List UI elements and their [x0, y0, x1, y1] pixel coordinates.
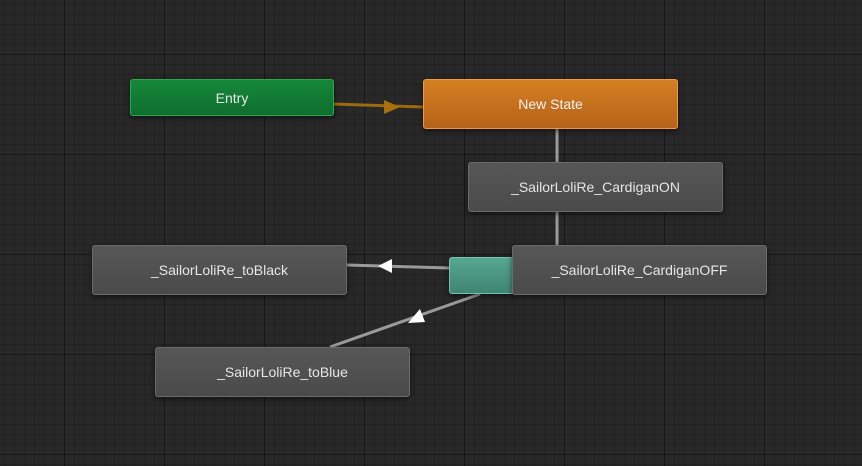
state-node-cardigan-off-label: _SailorLoliRe_CardiganOFF	[551, 262, 728, 278]
default-transition-arrow	[384, 100, 400, 114]
transition-layer	[329, 100, 559, 349]
default-transition-line[interactable]	[332, 102, 425, 109]
state-node-cardigan-on[interactable]: _SailorLoliRe_CardiganON	[468, 162, 723, 212]
state-node-to-black-label: _SailorLoliRe_toBlack	[151, 262, 288, 278]
transition-arrow-to-black	[378, 259, 392, 273]
new-state-node-label: New State	[518, 96, 583, 112]
state-node-cardigan-off[interactable]: _SailorLoliRe_CardiganOFF	[512, 245, 767, 295]
state-node-cardigan-on-label: _SailorLoliRe_CardiganON	[511, 179, 680, 195]
entry-node[interactable]: Entry	[130, 79, 334, 116]
animator-graph-canvas[interactable]: Entry New State _SailorLoliRe_CardiganON…	[0, 0, 862, 466]
state-node-to-blue[interactable]: _SailorLoliRe_toBlue	[155, 347, 410, 397]
transition-line-to-black[interactable]	[346, 263, 450, 270]
transition-line-to-blue[interactable]	[329, 292, 481, 349]
state-node-to-black[interactable]: _SailorLoliRe_toBlack	[92, 245, 347, 295]
entry-node-label: Entry	[215, 89, 249, 106]
transition-arrow-to-blue	[408, 309, 425, 323]
sub-state-machine-node[interactable]	[449, 257, 515, 294]
new-state-node[interactable]: New State	[423, 79, 678, 129]
state-node-to-blue-label: _SailorLoliRe_toBlue	[217, 364, 348, 380]
